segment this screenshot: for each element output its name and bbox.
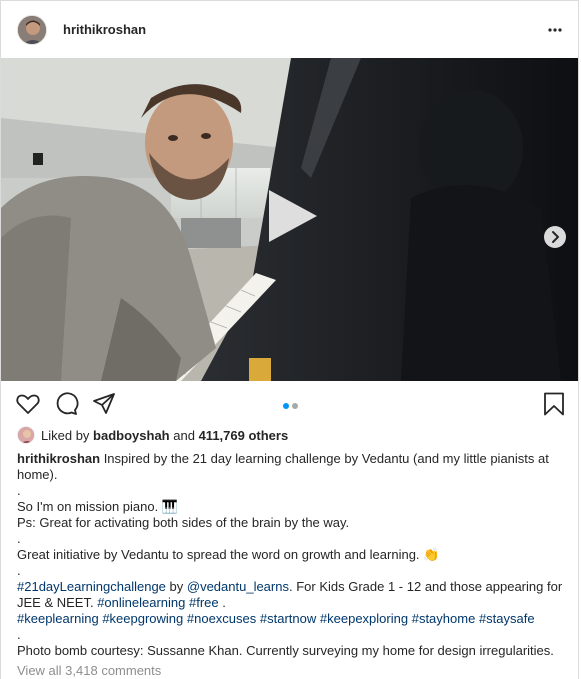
likes-prefix: Liked by — [41, 427, 90, 443]
post-caption: hrithikroshan Inspired by the 21 day lea… — [17, 451, 565, 659]
post-media[interactable] — [1, 58, 578, 381]
liker-username[interactable]: badboyshah — [93, 428, 170, 443]
carousel-indicator — [283, 397, 301, 412]
hashtag-link[interactable]: #staysafe — [479, 611, 535, 626]
post-header: hrithikroshan — [1, 1, 578, 58]
post-username[interactable]: hrithikroshan — [63, 22, 146, 37]
carousel-dot — [292, 403, 298, 409]
caption-dot: . — [17, 483, 21, 498]
caption-line: Ps: Great for activating both sides of t… — [17, 515, 350, 530]
caption-dot: . — [17, 531, 21, 546]
hashtag-link[interactable]: #startnow — [260, 611, 316, 626]
hashtag-link[interactable]: #noexcuses — [187, 611, 256, 626]
caption-text: . — [218, 595, 226, 610]
likes-and: and — [173, 427, 195, 443]
liker-avatar[interactable] — [17, 426, 35, 444]
play-icon[interactable] — [263, 186, 321, 246]
more-horizontal-icon[interactable] — [545, 17, 569, 41]
likes-row: Liked by badboyshah and 411,769 others — [17, 425, 288, 445]
heart-icon[interactable] — [15, 391, 41, 417]
caption-dot: . — [17, 563, 21, 578]
hashtag-link[interactable]: #keepgrowing — [102, 611, 183, 626]
caption-line: Great initiative by Vedantu to spread th… — [17, 547, 440, 562]
hashtag-link[interactable]: #free — [189, 595, 219, 610]
caption-text: by — [165, 579, 187, 594]
caption-dot: . — [17, 627, 21, 642]
caption-line: So I'm on mission piano. 🎹 — [17, 499, 179, 514]
chevron-right-icon[interactable] — [543, 225, 567, 249]
hashtag-link[interactable]: #keepexploring — [320, 611, 408, 626]
action-bar — [1, 381, 578, 425]
comment-icon[interactable] — [53, 391, 79, 417]
hashtag-link[interactable]: #stayhome — [412, 611, 476, 626]
caption-line: Photo bomb courtesy: Sussanne Khan. Curr… — [17, 643, 554, 658]
paper-plane-icon[interactable] — [91, 391, 117, 417]
hashtag-link[interactable]: #keeplearning — [17, 611, 99, 626]
hashtag-link[interactable]: #21dayLearningchallenge — [17, 579, 166, 594]
likes-count[interactable]: 411,769 others — [199, 428, 289, 443]
view-all-comments-link[interactable]: View all 3,418 comments — [17, 663, 161, 678]
hashtag-link[interactable]: #onlinelearning — [97, 595, 185, 610]
caption-username[interactable]: hrithikroshan — [17, 451, 100, 466]
avatar[interactable] — [17, 15, 47, 45]
bookmark-icon[interactable] — [541, 391, 567, 417]
carousel-dot-active — [283, 403, 289, 409]
instagram-post: hrithikroshan Liked by badboyshah and 41… — [0, 0, 579, 679]
mention-link[interactable]: @vedantu_learns — [187, 579, 289, 594]
